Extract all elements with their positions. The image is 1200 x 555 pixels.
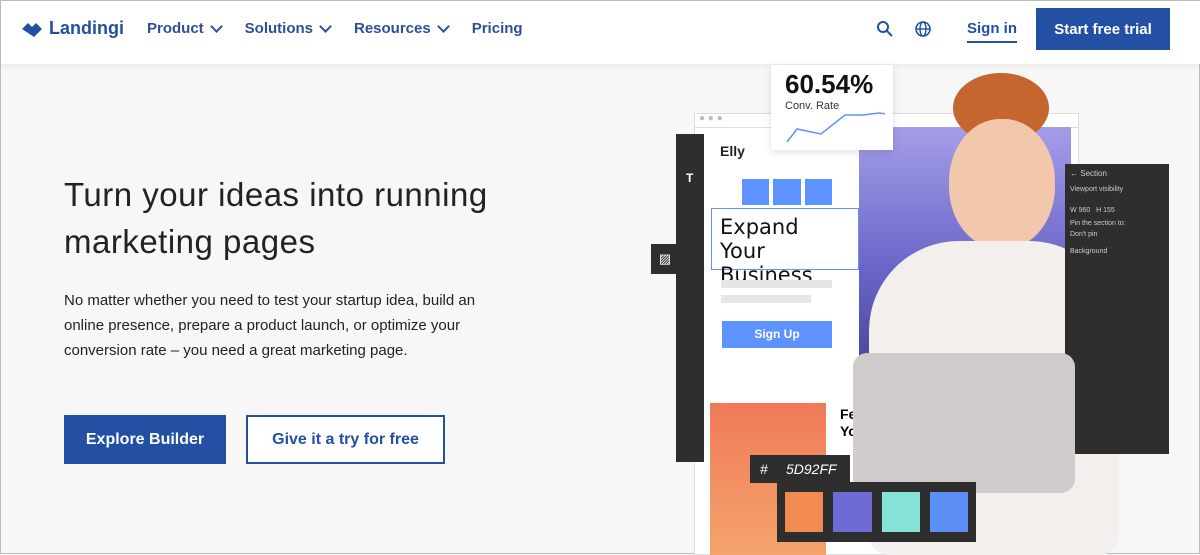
conversion-rate: 60.54%: [785, 69, 874, 99]
h-label: H: [1096, 207, 1102, 214]
viewport-label: Viewport visibility: [1070, 186, 1124, 193]
chevron-down-icon: [319, 19, 332, 33]
chevron-down-icon: [436, 19, 450, 33]
settings-panel: ← Section Viewport visibility W 960 H 15…: [1065, 164, 1169, 454]
headline-element[interactable]: Expand Your Business: [711, 208, 859, 287]
logo[interactable]: Landingi: [22, 18, 124, 39]
placeholder-line: [721, 280, 832, 288]
duplicate-icon[interactable]: [742, 179, 770, 205]
pin-label: Pin the section to:: [1070, 220, 1126, 227]
nav-pricing[interactable]: Pricing: [472, 20, 523, 37]
sign-in-link[interactable]: Sign in: [967, 20, 1017, 43]
globe-icon[interactable]: [914, 20, 932, 38]
element-actions: [742, 179, 832, 205]
logo-icon: [22, 22, 42, 37]
conversion-card: 60.54% Conv. Rate: [771, 65, 896, 150]
hero-subtitle: No matter whether you need to test your …: [64, 292, 476, 359]
hero-title: Turn your ideas into running marketing p…: [64, 176, 488, 260]
placeholder-line: [721, 295, 811, 303]
nav-label: Product: [147, 20, 204, 37]
explore-builder-button[interactable]: Explore Builder: [64, 415, 226, 464]
hex-input[interactable]: # 5D92FF: [750, 455, 850, 483]
try-free-button[interactable]: Give it a try for free: [246, 415, 445, 464]
panel-title: Section: [1080, 169, 1107, 178]
swatch-teal[interactable]: [881, 492, 920, 532]
hash-label: #: [760, 461, 768, 477]
swatch-blue[interactable]: [929, 492, 968, 532]
search-icon[interactable]: [876, 20, 894, 38]
nav-product[interactable]: Product: [147, 19, 223, 37]
color-swatches: [777, 482, 976, 542]
chevron-down-icon: [209, 19, 223, 33]
width-input[interactable]: 960: [1079, 207, 1091, 214]
sign-up-button: Sign Up: [722, 321, 832, 348]
swatch-orange[interactable]: [785, 492, 824, 532]
height-input[interactable]: 155: [1103, 207, 1115, 214]
start-free-trial-button[interactable]: Start free trial: [1036, 8, 1170, 50]
layer-icon[interactable]: [773, 179, 801, 205]
nav-solutions[interactable]: Solutions: [244, 19, 332, 37]
main-menu: Product Solutions Resources Pricing: [147, 19, 523, 37]
hex-value: 5D92FF: [786, 461, 837, 477]
trash-icon[interactable]: [804, 179, 832, 205]
background-toggle[interactable]: Background: [1070, 248, 1164, 255]
pin-select[interactable]: Don't pin: [1070, 231, 1164, 238]
w-label: W: [1070, 207, 1077, 214]
nav-label: Resources: [354, 20, 431, 37]
image-tool-icon[interactable]: ▨: [651, 244, 679, 274]
laptop: [853, 353, 1075, 493]
text-tool-icon[interactable]: T: [686, 171, 693, 185]
nav-resources[interactable]: Resources: [354, 19, 450, 37]
swatch-purple[interactable]: [833, 492, 872, 532]
nav-label: Pricing: [471, 20, 523, 37]
logo-text: Landingi: [49, 18, 124, 38]
conversion-label: Conv. Rate: [785, 100, 840, 112]
person-face: [949, 119, 1055, 249]
nav-label: Solutions: [244, 20, 313, 37]
sparkline: [786, 112, 896, 143]
top-nav: Landingi Product Solutions Resources Pri…: [1, 1, 1200, 64]
brand-name: Elly: [720, 143, 745, 159]
